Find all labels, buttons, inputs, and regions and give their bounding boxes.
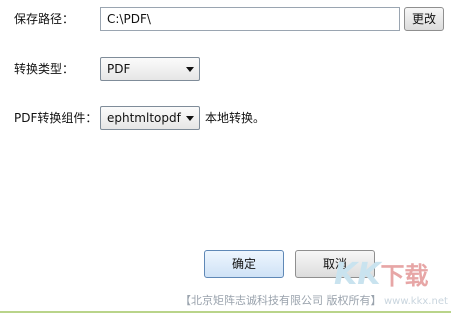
site-watermark-logo: KK下载	[334, 256, 444, 296]
conversion-type-label: 转换类型：	[14, 62, 75, 76]
save-path-label: 保存路径：	[14, 12, 75, 26]
watermark-site: www.kkx.net	[384, 296, 448, 307]
ok-button[interactable]: 确定	[204, 250, 284, 278]
change-path-button[interactable]: 更改	[404, 7, 444, 31]
pdf-component-value: ephtmltopdf	[107, 111, 181, 125]
chevron-down-icon	[186, 116, 194, 121]
watermark-text: 下载	[380, 262, 429, 290]
watermark-brand: KK	[334, 257, 381, 292]
conversion-type-value: PDF	[107, 62, 131, 76]
pdf-component-label: PDF转换组件：	[14, 111, 98, 125]
local-conversion-note: 本地转换。	[205, 111, 266, 125]
conversion-type-select[interactable]: PDF	[100, 57, 200, 81]
save-path-input[interactable]: C:\PDF\	[100, 7, 400, 31]
pdf-component-select[interactable]: ephtmltopdf	[100, 106, 200, 130]
chevron-down-icon	[186, 67, 194, 72]
